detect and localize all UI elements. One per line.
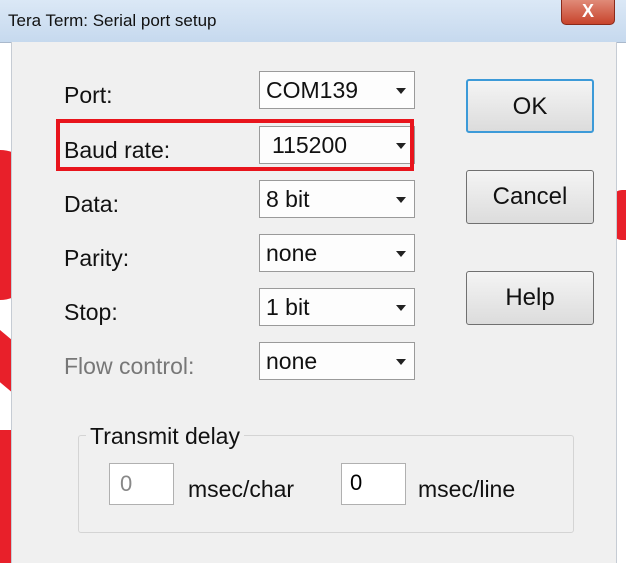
data-value: 8 bit (266, 186, 310, 212)
msec-per-line-value: 0 (350, 470, 363, 495)
parity-label: Parity: (64, 245, 130, 271)
chevron-down-icon (396, 88, 406, 94)
flow-control-label: Flow control: (64, 353, 195, 379)
msec-per-line-input[interactable]: 0 (341, 463, 406, 505)
title-bar[interactable]: Tera Term: Serial port setup X (0, 0, 626, 43)
chevron-down-icon (396, 143, 406, 149)
flow-control-select[interactable]: none (259, 342, 415, 380)
msec-per-char-value: 0 (120, 471, 133, 496)
close-button[interactable]: X (561, 0, 615, 25)
msec-per-char-input[interactable]: 0 (109, 463, 174, 505)
port-label: Port: (64, 82, 113, 108)
baud-rate-label: Baud rate: (64, 137, 171, 163)
stop-value: 1 bit (266, 294, 310, 320)
msec-per-line-unit: msec/line (418, 476, 516, 502)
stop-label: Stop: (64, 299, 118, 325)
chevron-down-icon (396, 251, 406, 257)
port-select[interactable]: COM139 (259, 71, 415, 109)
msec-per-char-unit: msec/char (188, 476, 295, 502)
chevron-down-icon (396, 197, 406, 203)
flow-control-value: none (266, 348, 318, 374)
chevron-down-icon (396, 359, 406, 365)
stop-select[interactable]: 1 bit (259, 288, 415, 326)
help-button[interactable]: Help (466, 271, 594, 325)
cancel-button[interactable]: Cancel (466, 170, 594, 224)
baud-rate-select[interactable]: 115200 (259, 126, 415, 164)
data-select[interactable]: 8 bit (259, 180, 415, 218)
parity-value: none (266, 240, 318, 266)
parity-select[interactable]: none (259, 234, 415, 272)
baud-rate-value: 115200 (272, 132, 348, 158)
chevron-down-icon (396, 305, 406, 311)
window-title: Tera Term: Serial port setup (8, 11, 217, 30)
transmit-delay-label: Transmit delay (86, 423, 244, 450)
port-value: COM139 (266, 77, 359, 103)
ok-button[interactable]: OK (466, 79, 594, 133)
close-icon: X (581, 1, 594, 21)
data-label: Data: (64, 191, 119, 217)
